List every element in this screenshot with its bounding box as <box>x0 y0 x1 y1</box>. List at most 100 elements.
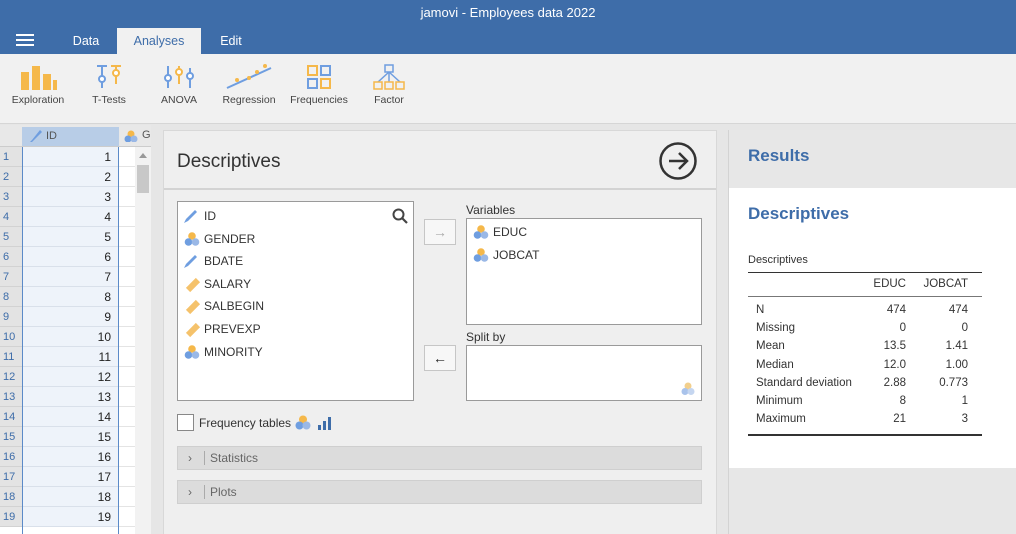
jobcat-value: 0 <box>961 322 968 335</box>
factor-icon <box>373 64 405 90</box>
gender-cell[interactable] <box>119 227 135 247</box>
jobcat-value: 1 <box>961 395 968 407</box>
gender-cell[interactable] <box>119 427 135 447</box>
row-number[interactable]: 15 <box>0 427 22 447</box>
tab-analyses[interactable]: Analyses <box>117 28 201 54</box>
results-title: Results <box>748 146 810 165</box>
row-number[interactable]: 6 <box>0 247 22 267</box>
row-number[interactable]: 13 <box>0 387 22 407</box>
anova-button[interactable]: ANOVA <box>150 54 208 124</box>
gender-cell[interactable] <box>119 367 135 387</box>
gender-cell[interactable] <box>119 147 135 167</box>
row-number[interactable]: 8 <box>0 287 22 307</box>
results-output[interactable]: Descriptives Descriptives EDUC JOBCAT N 4… <box>729 188 1016 468</box>
ordinal-variable-icon <box>318 417 331 430</box>
frequency-tables-checkbox[interactable] <box>177 414 194 431</box>
close-arrow-icon[interactable] <box>658 141 698 181</box>
gender-cell[interactable] <box>119 507 135 527</box>
hamburger-menu-icon[interactable] <box>16 34 34 48</box>
nominal-variable-icon <box>124 130 138 142</box>
row-number[interactable]: 16 <box>0 447 22 467</box>
variable-item[interactable]: JOBCAT <box>473 244 539 266</box>
factor-label: Factor <box>374 94 404 106</box>
move-to-split-button[interactable]: ← <box>424 345 456 371</box>
table-title: Descriptives <box>748 254 808 266</box>
available-variables-list[interactable]: ID GENDER BDATE SALARY SALBEGIN PREVEXP MINORI… <box>177 201 414 401</box>
gender-cell[interactable] <box>119 267 135 287</box>
tab-edit[interactable]: Edit <box>208 28 254 54</box>
row-number[interactable]: 11 <box>0 347 22 367</box>
gender-cell[interactable] <box>119 167 135 187</box>
move-to-variables-button[interactable]: → <box>424 219 456 245</box>
ruler-variable-icon <box>185 322 200 338</box>
row-number[interactable]: 17 <box>0 467 22 487</box>
ruler-variable-icon <box>185 277 200 292</box>
search-icon[interactable] <box>392 208 408 224</box>
row-number[interactable]: 9 <box>0 307 22 327</box>
educ-value: 21 <box>893 413 906 426</box>
nominal-variable-icon <box>184 344 200 359</box>
variable-item[interactable]: SALBEGIN <box>184 295 264 317</box>
gender-cell[interactable] <box>119 347 135 367</box>
gender-cell[interactable] <box>119 207 135 227</box>
factor-button[interactable]: Factor <box>360 54 418 124</box>
row-number[interactable]: 18 <box>0 487 22 507</box>
variable-item[interactable]: MINORITY <box>184 341 263 363</box>
row-number[interactable]: 7 <box>0 267 22 287</box>
gender-cell[interactable] <box>119 407 135 427</box>
regression-button[interactable]: Regression <box>218 54 280 124</box>
panel-divider <box>164 188 716 190</box>
ttests-button[interactable]: T-Tests <box>80 54 138 124</box>
gender-cell[interactable] <box>119 327 135 347</box>
row-number[interactable]: 3 <box>0 187 22 207</box>
row-number[interactable]: 14 <box>0 407 22 427</box>
jobcat-value: 1.41 <box>945 340 968 353</box>
gender-cell[interactable] <box>119 487 135 507</box>
gender-cell[interactable] <box>119 387 135 407</box>
variable-item[interactable]: ID <box>184 205 216 227</box>
gender-cell[interactable] <box>119 247 135 267</box>
scroll-up-arrow-icon[interactable] <box>139 153 147 158</box>
variables-target-list[interactable]: EDUC JOBCAT <box>466 218 702 325</box>
nominal-variable-icon <box>473 248 489 262</box>
vertical-scrollbar[interactable] <box>135 147 151 534</box>
row-number[interactable]: 10 <box>0 327 22 347</box>
educ-value: 8 <box>899 395 906 407</box>
split-by-target-list[interactable] <box>466 345 702 401</box>
stat-label: N <box>756 304 765 316</box>
nominal-variable-icon <box>473 225 489 239</box>
variable-item[interactable]: EDUC <box>473 221 527 243</box>
row-number[interactable]: 1 <box>0 147 22 167</box>
row-number[interactable]: 12 <box>0 367 22 387</box>
educ-value: 13.5 <box>883 340 906 353</box>
plots-section[interactable]: › Plots <box>177 480 702 504</box>
variable-label: MINORITY <box>204 344 263 359</box>
variable-item[interactable]: GENDER <box>184 228 255 250</box>
column-header-gender[interactable]: G <box>124 128 151 146</box>
nominal-variable-icon <box>295 415 311 430</box>
statistics-section[interactable]: › Statistics <box>177 446 702 470</box>
educ-value: 0 <box>899 322 906 335</box>
variable-item[interactable]: BDATE <box>184 250 243 272</box>
scroll-thumb[interactable] <box>137 165 149 193</box>
row-number[interactable]: 4 <box>0 207 22 227</box>
exploration-button[interactable]: Exploration <box>6 54 70 124</box>
regression-icon <box>226 64 272 89</box>
variable-item[interactable]: SALARY <box>184 273 251 295</box>
gender-cell[interactable] <box>119 467 135 487</box>
gender-cell[interactable] <box>119 307 135 327</box>
gender-cell[interactable] <box>119 287 135 307</box>
row-number[interactable]: 5 <box>0 227 22 247</box>
frequency-tables-label: Frequency tables <box>199 416 292 430</box>
row-number[interactable]: 2 <box>0 167 22 187</box>
tab-data[interactable]: Data <box>62 28 110 54</box>
column-header-id[interactable]: ID <box>22 127 119 146</box>
gender-cell[interactable] <box>119 187 135 207</box>
left-arrow-icon: ← <box>433 350 447 366</box>
gender-cell[interactable] <box>119 447 135 467</box>
row-number[interactable]: 19 <box>0 507 22 527</box>
frequencies-button[interactable]: Frequencies <box>288 54 350 124</box>
variable-item[interactable]: PREVEXP <box>184 318 261 340</box>
chevron-right-icon: › <box>188 451 192 465</box>
variable-label: GENDER <box>204 231 256 246</box>
